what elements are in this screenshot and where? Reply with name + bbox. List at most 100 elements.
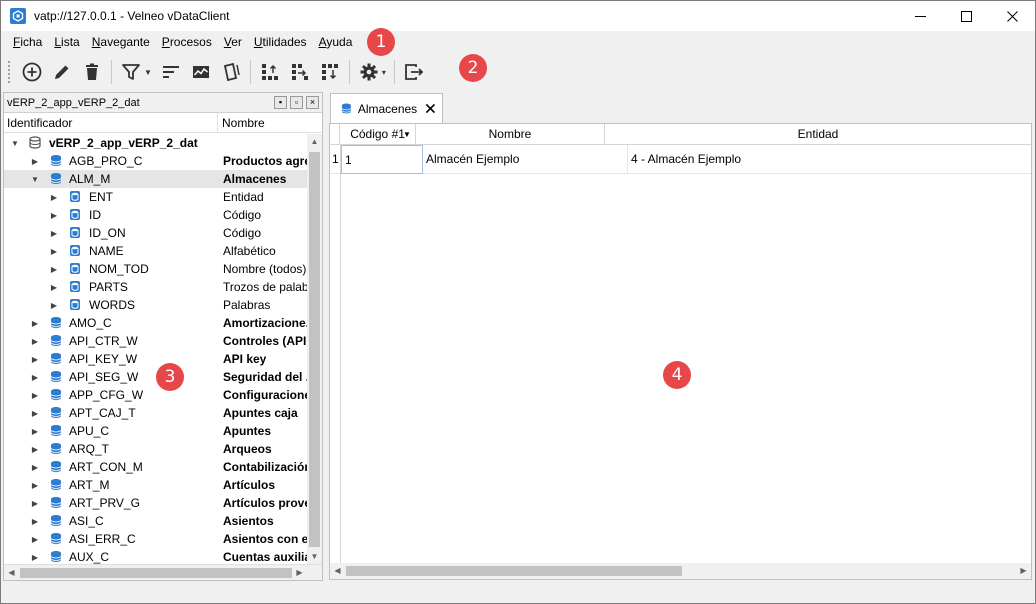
label-button[interactable] bbox=[216, 57, 246, 87]
exit-button[interactable] bbox=[399, 57, 429, 87]
scroll-right-icon[interactable]: ▶ bbox=[1016, 563, 1031, 578]
scroll-down-icon[interactable]: ▼ bbox=[307, 549, 322, 564]
tree-item-api-key-w[interactable]: ▶ API_KEY_W API key bbox=[4, 350, 308, 368]
float-button[interactable]: ▫ bbox=[290, 96, 303, 109]
tree-item-ent[interactable]: ▶ ENT Entidad bbox=[4, 188, 308, 206]
grid-horizontal-scrollbar[interactable]: ◀ ▶ bbox=[330, 563, 1031, 579]
expand-arrow-icon[interactable]: ▶ bbox=[30, 535, 40, 544]
tree-item-art-prv-g[interactable]: ▶ ART_PRV_G Artículos prove... bbox=[4, 494, 308, 512]
tree-item-alm-m[interactable]: ▼ ALM_M Almacenes bbox=[4, 170, 308, 188]
column-codigo[interactable]: Código #1 ▼ bbox=[340, 124, 416, 145]
expand-arrow-icon[interactable]: ▶ bbox=[49, 283, 59, 292]
column-entidad[interactable]: Entidad bbox=[605, 124, 1031, 145]
tree-item-aux-c[interactable]: ▶ AUX_C Cuentas auxilia... bbox=[4, 548, 308, 564]
grid-hscroll-thumb[interactable] bbox=[346, 566, 682, 576]
chart-button[interactable] bbox=[186, 57, 216, 87]
cell-nombre[interactable]: Almacén Ejemplo bbox=[423, 145, 628, 174]
menu-navegante[interactable]: Navegante bbox=[86, 31, 156, 53]
cell-codigo[interactable]: 1 bbox=[341, 145, 423, 174]
grid-right-button[interactable] bbox=[285, 57, 315, 87]
tree-item-apt-caj-t[interactable]: ▶ APT_CAJ_T Apuntes caja bbox=[4, 404, 308, 422]
expand-arrow-icon[interactable]: ▶ bbox=[30, 427, 40, 436]
expand-arrow-icon[interactable]: ▶ bbox=[30, 553, 40, 562]
tree-item-identifier: API_CTR_W bbox=[69, 334, 138, 348]
expand-arrow-icon[interactable]: ▶ bbox=[49, 301, 59, 310]
collapse-arrow-icon[interactable]: ▼ bbox=[10, 139, 20, 148]
delete-button[interactable] bbox=[77, 57, 107, 87]
sort-button[interactable] bbox=[156, 57, 186, 87]
tree-scroll-thumb[interactable] bbox=[309, 152, 320, 547]
scroll-left-icon[interactable]: ◀ bbox=[4, 565, 19, 580]
close-button[interactable] bbox=[989, 1, 1035, 31]
expand-arrow-icon[interactable]: ▶ bbox=[30, 337, 40, 346]
cell-entidad[interactable]: 4 - Almacén Ejemplo bbox=[628, 145, 1031, 174]
expand-arrow-icon[interactable]: ▶ bbox=[30, 499, 40, 508]
maximize-button[interactable] bbox=[943, 1, 989, 31]
app-logo-icon bbox=[10, 8, 26, 24]
expand-arrow-icon[interactable]: ▶ bbox=[30, 481, 40, 490]
tree-hscroll-thumb[interactable] bbox=[20, 568, 292, 578]
tree-item-id[interactable]: ▶ ID Código bbox=[4, 206, 308, 224]
settings-button[interactable] bbox=[354, 57, 384, 87]
expand-arrow-icon[interactable]: ▶ bbox=[30, 463, 40, 472]
expand-arrow-icon[interactable]: ▶ bbox=[30, 157, 40, 166]
scroll-right-icon[interactable]: ▶ bbox=[292, 565, 307, 580]
tree-vertical-scrollbar[interactable]: ▲ ▼ bbox=[307, 134, 322, 564]
menu-ayuda[interactable]: Ayuda bbox=[313, 31, 359, 53]
expand-arrow-icon[interactable]: ▶ bbox=[30, 409, 40, 418]
expand-arrow-icon[interactable]: ▶ bbox=[30, 517, 40, 526]
expand-arrow-icon[interactable]: ▶ bbox=[30, 355, 40, 364]
tree-item-asi-err-c[interactable]: ▶ ASI_ERR_C Asientos con er... bbox=[4, 530, 308, 548]
add-button[interactable] bbox=[17, 57, 47, 87]
tree-root[interactable]: ▼ vERP_2_app_vERP_2_dat bbox=[4, 134, 308, 152]
edit-button[interactable] bbox=[47, 57, 77, 87]
expand-arrow-icon[interactable]: ▶ bbox=[30, 319, 40, 328]
tree-item-name: Apuntes bbox=[223, 424, 271, 438]
expand-arrow-icon[interactable]: ▶ bbox=[49, 265, 59, 274]
menu-procesos[interactable]: Procesos bbox=[156, 31, 218, 53]
column-nombre[interactable]: Nombre bbox=[218, 113, 322, 132]
close-icon[interactable] bbox=[425, 102, 436, 115]
tab-almacenes[interactable]: Almacenes bbox=[330, 93, 443, 123]
minimize-button[interactable] bbox=[897, 1, 943, 31]
tree-horizontal-scrollbar[interactable]: ◀ ▶ bbox=[4, 564, 322, 580]
expand-arrow-icon[interactable]: ▶ bbox=[30, 445, 40, 454]
tree-item-nom-tod[interactable]: ▶ NOM_TOD Nombre (todos) bbox=[4, 260, 308, 278]
tree-item-parts[interactable]: ▶ PARTS Trozos de palab... bbox=[4, 278, 308, 296]
scroll-up-icon[interactable]: ▲ bbox=[307, 134, 322, 149]
column-identificador[interactable]: Identificador bbox=[4, 113, 218, 132]
filter-button[interactable] bbox=[116, 57, 146, 87]
tree-item-apu-c[interactable]: ▶ APU_C Apuntes bbox=[4, 422, 308, 440]
tree-item-name: Amortizacione... bbox=[223, 316, 308, 330]
collapse-arrow-icon[interactable]: ▼ bbox=[30, 175, 40, 184]
tree-item-art-con-m[interactable]: ▶ ART_CON_M Contabilización... bbox=[4, 458, 308, 476]
expand-arrow-icon[interactable]: ▶ bbox=[49, 211, 59, 220]
tree-item-amo-c[interactable]: ▶ AMO_C Amortizacione... bbox=[4, 314, 308, 332]
tree-item-id-on[interactable]: ▶ ID_ON Código bbox=[4, 224, 308, 242]
column-nombre[interactable]: Nombre bbox=[416, 124, 605, 145]
table-row[interactable]: 1 1 Almacén Ejemplo 4 - Almacén Ejemplo bbox=[330, 145, 1031, 174]
tree-item-arq-t[interactable]: ▶ ARQ_T Arqueos bbox=[4, 440, 308, 458]
scroll-left-icon[interactable]: ◀ bbox=[330, 563, 345, 578]
tree-item-name[interactable]: ▶ NAME Alfabético bbox=[4, 242, 308, 260]
menu-lista[interactable]: Lista bbox=[48, 31, 85, 53]
toolbar-grip[interactable] bbox=[7, 60, 11, 84]
tree-item-words[interactable]: ▶ WORDS Palabras bbox=[4, 296, 308, 314]
tree-item-app-cfg-w[interactable]: ▶ APP_CFG_W Configuracione... bbox=[4, 386, 308, 404]
expand-arrow-icon[interactable]: ▶ bbox=[49, 229, 59, 238]
grid-down-button[interactable] bbox=[315, 57, 345, 87]
tree-item-asi-c[interactable]: ▶ ASI_C Asientos bbox=[4, 512, 308, 530]
menu-ver[interactable]: Ver bbox=[218, 31, 248, 53]
expand-arrow-icon[interactable]: ▶ bbox=[49, 247, 59, 256]
panel-close-button[interactable]: × bbox=[306, 96, 319, 109]
expand-arrow-icon[interactable]: ▶ bbox=[30, 373, 40, 382]
expand-arrow-icon[interactable]: ▶ bbox=[49, 193, 59, 202]
pin-button[interactable]: ▪ bbox=[274, 96, 287, 109]
expand-arrow-icon[interactable]: ▶ bbox=[30, 391, 40, 400]
tree-item-agb-pro-c[interactable]: ▶ AGB_PRO_C Productos agre... bbox=[4, 152, 308, 170]
tree-item-api-ctr-w[interactable]: ▶ API_CTR_W Controles (API ... bbox=[4, 332, 308, 350]
menu-utilidades[interactable]: Utilidades bbox=[248, 31, 313, 53]
tree-item-art-m[interactable]: ▶ ART_M Artículos bbox=[4, 476, 308, 494]
menu-ficha[interactable]: Ficha bbox=[7, 31, 48, 53]
grid-up-button[interactable] bbox=[255, 57, 285, 87]
